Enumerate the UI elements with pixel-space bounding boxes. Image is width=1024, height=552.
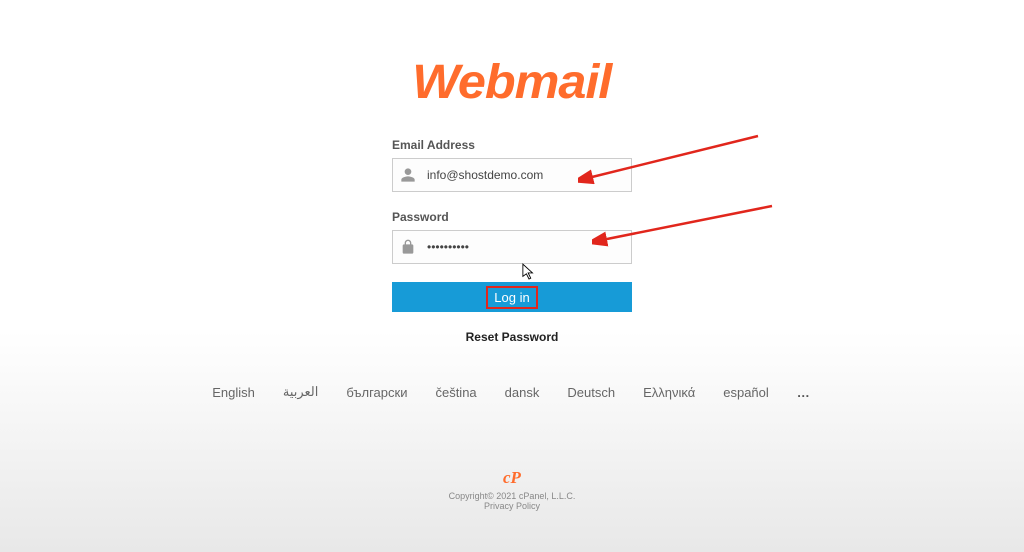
login-form: Email Address Password Log in Reset Pass… bbox=[392, 138, 632, 384]
password-label: Password bbox=[392, 210, 632, 224]
lang-more[interactable]: … bbox=[797, 385, 812, 400]
reset-password-link[interactable]: Reset Password bbox=[392, 330, 632, 344]
lang-bulgarian[interactable]: български bbox=[346, 385, 407, 400]
lang-czech[interactable]: čeština bbox=[435, 385, 476, 400]
lang-german[interactable]: Deutsch bbox=[567, 385, 615, 400]
password-input[interactable] bbox=[392, 230, 632, 264]
privacy-policy-link[interactable]: Privacy Policy bbox=[449, 501, 576, 511]
email-input[interactable] bbox=[392, 158, 632, 192]
user-icon bbox=[400, 167, 416, 183]
login-container: Webmail Email Address Password Log in Re… bbox=[0, 0, 1024, 511]
language-selector: English العربية български čeština dansk … bbox=[212, 384, 812, 400]
lang-greek[interactable]: Ελληνικά bbox=[643, 385, 695, 400]
cpanel-logo: cP bbox=[449, 468, 576, 488]
footer: cP Copyright© 2021 cPanel, L.L.C. Privac… bbox=[449, 468, 576, 511]
lock-icon bbox=[400, 239, 416, 255]
email-label: Email Address bbox=[392, 138, 632, 152]
login-button[interactable]: Log in bbox=[392, 282, 632, 312]
lang-danish[interactable]: dansk bbox=[505, 385, 540, 400]
login-button-label: Log in bbox=[486, 286, 537, 309]
email-input-wrap bbox=[392, 158, 632, 192]
webmail-logo: Webmail bbox=[413, 55, 612, 110]
lang-spanish[interactable]: español bbox=[723, 385, 769, 400]
lang-english[interactable]: English bbox=[212, 385, 255, 400]
copyright-text: Copyright© 2021 cPanel, L.L.C. bbox=[449, 491, 576, 501]
password-input-wrap bbox=[392, 230, 632, 264]
lang-arabic[interactable]: العربية bbox=[283, 384, 319, 400]
